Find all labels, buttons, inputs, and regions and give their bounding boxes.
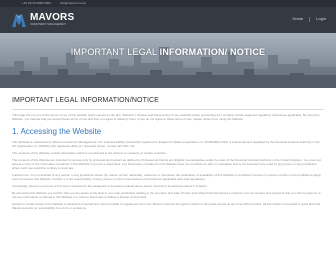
section-paragraph: Access to certain areas of the Website i… bbox=[12, 202, 321, 210]
heading-divider bbox=[12, 109, 324, 110]
intro-paragraph: This page informs you of the terms of us… bbox=[12, 113, 320, 121]
site-logo[interactable]: MAVORS INVESTMENT MANAGEMENT bbox=[10, 11, 74, 29]
section-paragraph: Furthermore, it is not directed to any p… bbox=[12, 173, 321, 181]
mavors-logo-icon bbox=[12, 14, 26, 27]
section-paragraph: The contents of this Website are intende… bbox=[12, 158, 321, 170]
section-paragraph: This Website is maintained by Mavors Inv… bbox=[12, 140, 320, 148]
section-paragraph: By accessing this Website you confirm th… bbox=[12, 191, 321, 199]
section-paragraph: Accordingly, access to and use of this s… bbox=[12, 184, 208, 188]
hero-title-light: IMPORTANT LEGAL bbox=[70, 47, 160, 57]
section-heading-accessing-website: 1. Accessing the Website bbox=[12, 127, 324, 137]
section-title: Accessing the Website bbox=[20, 127, 102, 136]
hero-title-bold: INFORMATION/ NOTICE bbox=[159, 47, 266, 57]
nav-links: Home Login bbox=[293, 16, 326, 22]
contact-email[interactable]: info@mavors.co.uk bbox=[60, 1, 86, 5]
section-number: 1. bbox=[12, 127, 19, 136]
logo-wordmark: MAVORS bbox=[30, 12, 75, 23]
page-title: IMPORTANT LEGAL INFORMATION/NOTICE bbox=[12, 97, 159, 104]
nav-link-home[interactable]: Home bbox=[293, 16, 304, 22]
city-skyline-image bbox=[0, 33, 336, 88]
hero-banner: IMPORTANT LEGAL INFORMATION/ NOTICE bbox=[0, 33, 336, 88]
logo-subtitle: INVESTMENT MANAGEMENT bbox=[30, 23, 66, 26]
main-navbar: MAVORS INVESTMENT MANAGEMENT Home Login bbox=[0, 7, 336, 33]
nav-link-login[interactable]: Login bbox=[316, 16, 326, 22]
nav-divider bbox=[309, 16, 311, 22]
contact-phone[interactable]: +44 (0) 20 0000 0000 bbox=[22, 1, 51, 5]
top-contact-bar: +44 (0) 20 0000 0000 info@mavors.co.uk bbox=[0, 0, 336, 7]
hero-title: IMPORTANT LEGAL INFORMATION/ NOTICE bbox=[0, 47, 336, 58]
main-content: IMPORTANT LEGAL INFORMATION/NOTICE This … bbox=[12, 96, 324, 210]
section-paragraph: The contents of this Website contain inf… bbox=[12, 151, 167, 155]
